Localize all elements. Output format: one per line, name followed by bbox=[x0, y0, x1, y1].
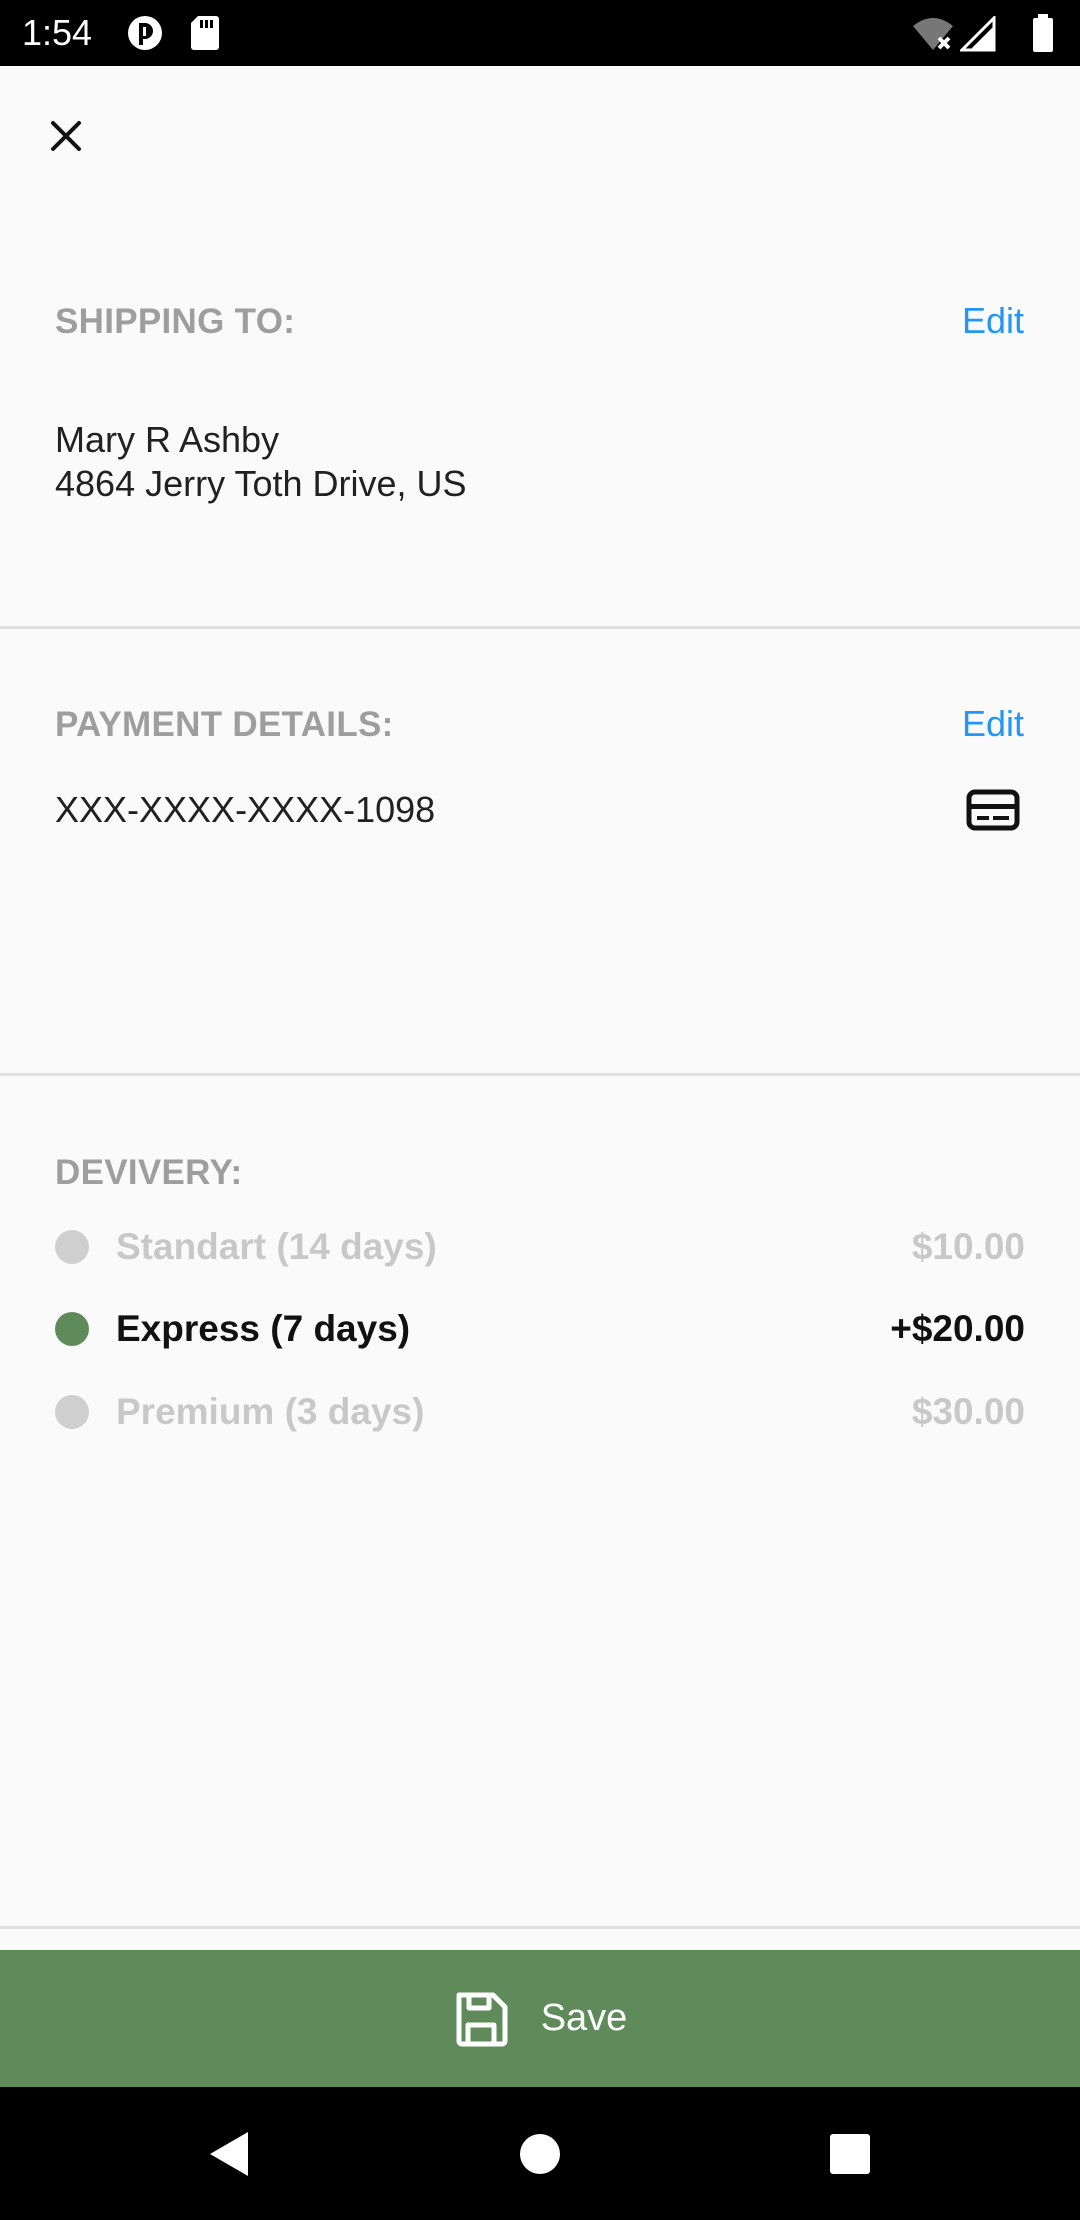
payment-edit-link[interactable]: Edit bbox=[962, 703, 1024, 745]
delivery-option-name: Express (7 days) bbox=[116, 1308, 411, 1349]
save-label: Save bbox=[540, 1997, 628, 2039]
payment-label: PAYMENT DETAILS: bbox=[55, 705, 394, 744]
close-button[interactable] bbox=[40, 110, 92, 162]
shipping-name: Mary R Ashby bbox=[55, 419, 280, 460]
delivery-option-standard[interactable]: Standart (14 days) $10.00 bbox=[55, 1222, 1025, 1272]
signal-icon bbox=[960, 16, 996, 52]
status-right-icons bbox=[912, 14, 1062, 52]
status-bar: 1:54 bbox=[0, 0, 1080, 66]
wifi-off-icon bbox=[913, 18, 953, 50]
shipping-edit-link[interactable]: Edit bbox=[962, 300, 1024, 342]
delivery-option-price: $30.00 bbox=[911, 1391, 1025, 1432]
card-number: XXX-XXXX-XXXX-1098 bbox=[55, 789, 436, 830]
delivery-option-express[interactable]: Express (7 days) +$20.00 bbox=[55, 1304, 1025, 1354]
recents-icon bbox=[830, 2133, 870, 2174]
radio-dot bbox=[55, 1230, 89, 1264]
sd-card-icon bbox=[191, 16, 219, 50]
close-icon bbox=[51, 121, 81, 151]
battery-icon bbox=[1033, 14, 1053, 52]
home-icon bbox=[520, 2133, 560, 2174]
delivery-option-name: Premium (3 days) bbox=[116, 1391, 425, 1432]
navigation-bar bbox=[0, 2087, 1080, 2220]
radio-dot-selected bbox=[55, 1312, 89, 1346]
divider bbox=[0, 1073, 1080, 1076]
credit-card-icon bbox=[966, 789, 1020, 831]
shipping-label: SHIPPING TO: bbox=[55, 302, 296, 341]
status-time: 1:54 bbox=[22, 12, 93, 53]
divider bbox=[0, 1926, 1080, 1929]
app-notification-icon bbox=[128, 16, 162, 50]
radio-dot bbox=[55, 1395, 89, 1429]
save-button[interactable]: Save bbox=[0, 1950, 1080, 2087]
delivery-label: DEVIVERY: bbox=[55, 1153, 243, 1192]
delivery-option-premium[interactable]: Premium (3 days) $30.00 bbox=[55, 1387, 1025, 1437]
save-icon bbox=[456, 1992, 508, 2046]
delivery-option-price: +$20.00 bbox=[890, 1308, 1025, 1349]
divider bbox=[0, 626, 1080, 629]
checkout-content: SHIPPING TO: Edit Mary R Ashby 4864 Jerr… bbox=[0, 66, 1080, 1950]
shipping-address: 4864 Jerry Toth Drive, US bbox=[55, 463, 467, 504]
back-button[interactable] bbox=[190, 2087, 270, 2220]
delivery-option-name: Standart (14 days) bbox=[116, 1226, 437, 1267]
home-button[interactable] bbox=[500, 2087, 580, 2220]
back-icon bbox=[210, 2131, 248, 2176]
delivery-option-price: $10.00 bbox=[911, 1226, 1025, 1267]
recents-button[interactable] bbox=[810, 2087, 890, 2220]
